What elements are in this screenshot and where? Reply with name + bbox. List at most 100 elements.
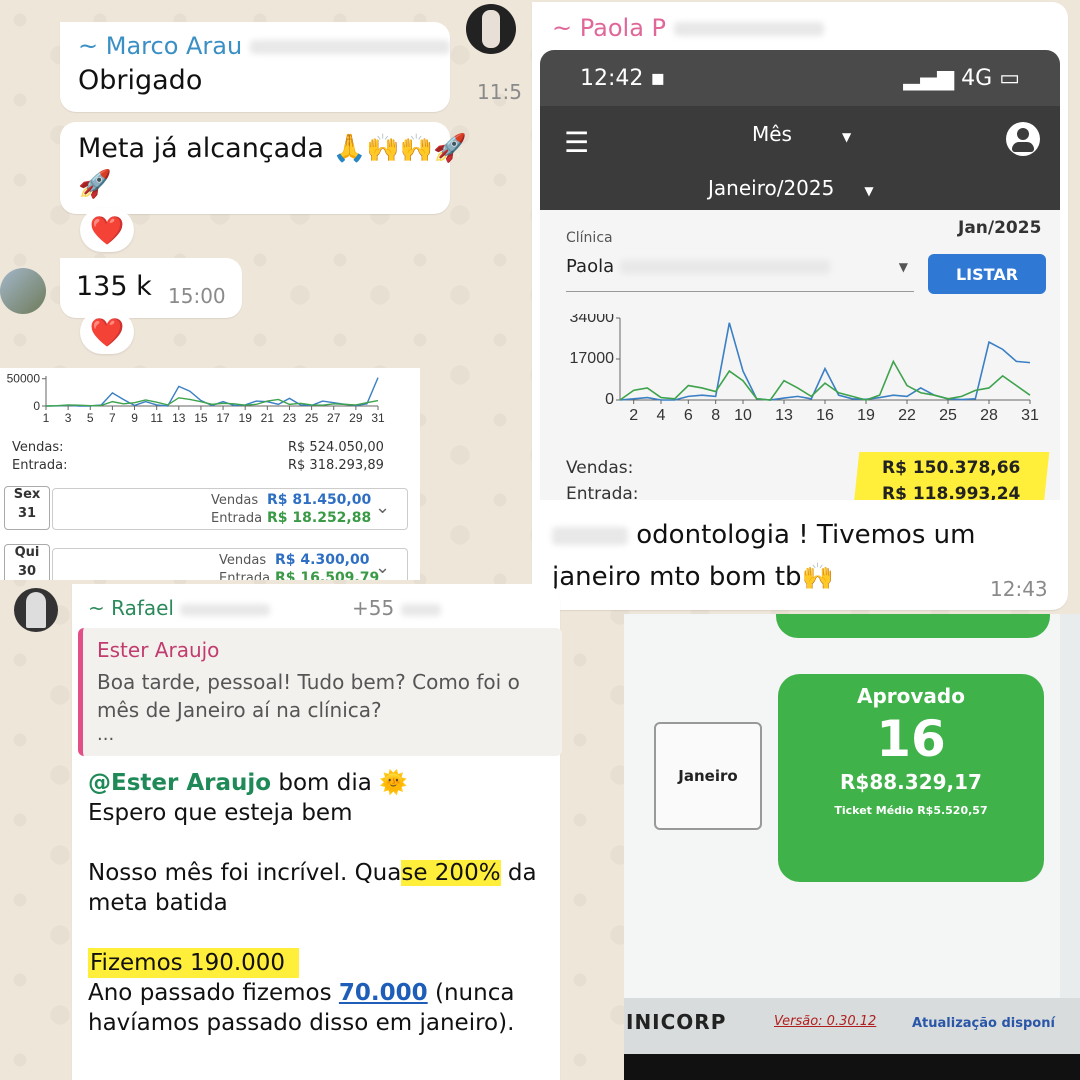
vendas-value: R$ 524.050,00 xyxy=(288,440,384,455)
clinic-select[interactable]: Paola ▼ xyxy=(566,256,914,292)
sender-name[interactable]: ~ Paola P xyxy=(552,14,824,42)
reaction-heart[interactable]: ❤️ xyxy=(80,310,134,354)
period-select[interactable]: Janeiro/2025 ▼ xyxy=(708,176,874,200)
sender-phone: +55 xyxy=(352,596,441,620)
sender-name[interactable]: ~ Marco Arau xyxy=(78,32,450,60)
status-bar: 12:42 ▪ ▂▄▆ 4G ▭ xyxy=(540,50,1060,106)
message-text: Obrigado xyxy=(78,65,203,96)
dropdown-arrow-icon: ▼ xyxy=(898,260,908,274)
month-card[interactable]: Janeiro xyxy=(654,722,762,830)
message-time: 12:43 xyxy=(990,577,1048,601)
message-bubble-thanks[interactable]: ~ Marco Arau Obrigado 11:5 xyxy=(60,22,522,112)
x-tick-label: 5 xyxy=(87,411,94,425)
x-tick-label: 27 xyxy=(327,411,341,425)
entrada-value: R$ 16.509,79 xyxy=(275,570,380,580)
message-text: Meta já alcançada 🙏🙌🙌🚀 xyxy=(78,133,467,164)
x-tick-label: 13 xyxy=(775,407,793,424)
day-number: 30 xyxy=(17,564,37,579)
entrada-value: R$ 118.993,24 xyxy=(882,484,1021,500)
y-tick-label: 17000 xyxy=(570,350,615,367)
entrada-label: Entrada: xyxy=(566,484,639,500)
day-name: Qui xyxy=(14,545,40,560)
sender-name[interactable]: ~ Rafael xyxy=(88,596,271,620)
vendas-label: Vendas xyxy=(211,493,259,508)
x-tick-label: 31 xyxy=(1021,407,1039,424)
day-badge: Qui 30 xyxy=(4,544,50,580)
avatar[interactable] xyxy=(14,588,58,632)
approved-amount: R$88.329,17 xyxy=(840,770,982,794)
x-tick-label: 8 xyxy=(711,407,720,424)
message-text: odontologia ! Tivemos um janeiro mto bom… xyxy=(552,520,976,592)
x-tick-label: 2 xyxy=(629,407,638,424)
list-button[interactable]: LISTAR xyxy=(928,254,1046,294)
x-tick-label: 16 xyxy=(816,407,834,424)
y-tick-label: 0 xyxy=(33,399,40,413)
status-card-top xyxy=(776,614,1050,638)
month-label: Janeiro xyxy=(678,767,738,785)
monitor-bezel xyxy=(624,1054,1080,1080)
mention-link[interactable]: @Ester Araujo xyxy=(88,770,271,796)
account-icon[interactable] xyxy=(1006,122,1040,156)
y-tick-label: 0 xyxy=(605,391,614,408)
x-tick-label: 19 xyxy=(239,411,253,425)
x-tick-label: 10 xyxy=(734,407,752,424)
vendas-series-line xyxy=(45,377,379,407)
app-bar: ☰ Mês ▼ Janeiro/2025 ▼ xyxy=(540,106,1060,210)
vendas-label: Vendas: xyxy=(566,458,634,478)
approved-card[interactable]: Aprovado 16 R$88.329,17 Ticket Médio R$5… xyxy=(778,674,1044,882)
vendas-value: R$ 4.300,00 xyxy=(275,552,370,568)
message-emoji: 🚀 xyxy=(78,169,112,200)
x-tick-label: 23 xyxy=(283,411,297,425)
x-tick-label: 29 xyxy=(349,411,363,425)
x-tick-label: 22 xyxy=(898,407,916,424)
vendas-value: R$ 81.450,00 xyxy=(267,492,372,508)
message-bubble-reply[interactable]: ~ Rafael +55 Ester Araujo Boa tarde, pes… xyxy=(72,584,562,1080)
reaction-heart[interactable]: ❤️ xyxy=(80,208,134,252)
x-tick-label: 28 xyxy=(980,407,998,424)
x-tick-label: 7 xyxy=(109,411,116,425)
ticket-average: Ticket Médio R$5.520,57 xyxy=(834,804,988,817)
update-link[interactable]: Atualização disponí xyxy=(912,1016,1055,1031)
x-tick-label: 6 xyxy=(684,407,693,424)
period-short: Jan/2025 xyxy=(958,218,1042,238)
entrada-label: Entrada: xyxy=(12,458,68,473)
dashboard-photo: Janeiro Aprovado 16 R$88.329,17 Ticket M… xyxy=(624,614,1080,1080)
x-tick-label: 25 xyxy=(305,411,319,425)
chevron-down-icon[interactable]: ⌄ xyxy=(375,557,390,578)
status-icons: ▂▄▆ 4G ▭ xyxy=(903,65,1020,91)
x-tick-label: 3 xyxy=(65,411,72,425)
clinic-label: Clínica xyxy=(566,230,613,246)
y-tick-label: 34000 xyxy=(570,314,615,326)
x-tick-label: 31 xyxy=(371,411,385,425)
message-text: 135 k xyxy=(76,271,152,302)
x-tick-label: 15 xyxy=(194,411,208,425)
y-tick-label: 50000 xyxy=(7,372,41,386)
version-link[interactable]: Versão: 0.30.12 xyxy=(774,1014,876,1029)
menu-icon[interactable]: ☰ xyxy=(564,126,589,159)
dropdown-arrow-icon: ▼ xyxy=(864,184,874,198)
entrada-label: Entrada xyxy=(219,571,271,580)
message-time: 11:5 xyxy=(477,80,522,104)
period-type-select[interactable]: Mês ▼ xyxy=(752,122,851,146)
x-tick-label: 21 xyxy=(261,411,275,425)
vendas-label: Vendas xyxy=(219,553,267,568)
message-time: 15:00 xyxy=(168,284,226,308)
x-tick-label: 4 xyxy=(657,407,666,424)
avatar[interactable] xyxy=(466,4,516,54)
sales-line-chart: 0 17000 34000 2 4 6 8 10 13 16 19 22 25 28 31 xyxy=(570,314,1040,424)
quoted-message[interactable]: Ester Araujo Boa tarde, pessoal! Tudo be… xyxy=(78,628,562,756)
message-bubble-135k[interactable]: 135 k 15:00 xyxy=(60,258,242,318)
day-summary-card[interactable]: Vendas R$ 81.450,00 Entrada R$ 18.252,88… xyxy=(52,488,408,530)
status-time: 12:42 ▪ xyxy=(580,65,666,91)
avatar[interactable] xyxy=(0,268,46,314)
dropdown-arrow-icon: ▼ xyxy=(841,130,852,144)
day-summary-card[interactable]: Vendas R$ 4.300,00 Entrada R$ 16.509,79 … xyxy=(52,548,408,580)
status-label: Aprovado xyxy=(857,684,965,708)
sales-line-chart: 0500001 3 5 7 9 11 13 15 17 19 21 23 25 27 29 31 xyxy=(7,372,385,425)
x-tick-label: 9 xyxy=(131,411,138,425)
quote-text: Boa tarde, pessoal! Tudo bem? Como foi o… xyxy=(97,670,520,722)
message-bubble-goal[interactable]: Meta já alcançada 🙏🙌🙌🚀 🚀 xyxy=(60,122,467,214)
highlighted-number: 70.000 xyxy=(338,980,428,1006)
day-number: 31 xyxy=(17,506,37,521)
chevron-down-icon[interactable]: ⌄ xyxy=(375,497,390,518)
